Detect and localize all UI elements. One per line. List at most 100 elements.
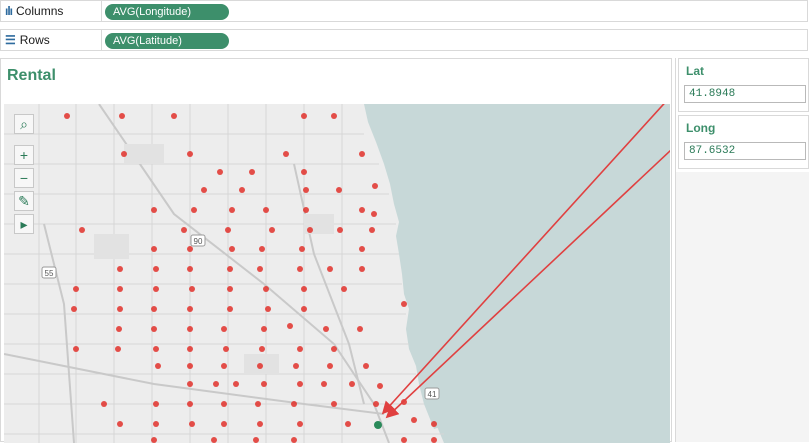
rental-point[interactable] — [327, 266, 333, 272]
rental-point[interactable] — [336, 187, 342, 193]
rental-point[interactable] — [223, 346, 229, 352]
rental-point[interactable] — [297, 346, 303, 352]
rental-point[interactable] — [221, 326, 227, 332]
rental-point[interactable] — [187, 151, 193, 157]
rental-point[interactable] — [187, 266, 193, 272]
rental-point[interactable] — [283, 151, 289, 157]
rental-point[interactable] — [259, 346, 265, 352]
map-view[interactable]: 90 55 41 ⌕ + − ✎ ▸ — [4, 104, 670, 443]
rental-point[interactable] — [297, 266, 303, 272]
rental-point[interactable] — [297, 381, 303, 387]
rental-point[interactable] — [259, 246, 265, 252]
rental-point[interactable] — [303, 207, 309, 213]
rental-point[interactable] — [401, 301, 407, 307]
rental-point[interactable] — [201, 187, 207, 193]
rental-point[interactable] — [257, 363, 263, 369]
rental-point[interactable] — [117, 266, 123, 272]
rental-point[interactable] — [119, 113, 125, 119]
rental-point[interactable] — [117, 306, 123, 312]
rental-point[interactable] — [71, 306, 77, 312]
rental-point[interactable] — [117, 286, 123, 292]
lat-input[interactable]: 41.8948 — [684, 85, 806, 103]
rental-point[interactable] — [301, 286, 307, 292]
rental-point[interactable] — [357, 326, 363, 332]
rental-point[interactable] — [239, 187, 245, 193]
map-canvas[interactable]: 90 55 41 — [4, 104, 670, 443]
rental-point[interactable] — [227, 306, 233, 312]
rental-point[interactable] — [321, 381, 327, 387]
rental-point[interactable] — [291, 401, 297, 407]
rental-point[interactable] — [255, 401, 261, 407]
rental-point[interactable] — [189, 286, 195, 292]
rental-point[interactable] — [331, 346, 337, 352]
rental-point[interactable] — [301, 113, 307, 119]
rental-point[interactable] — [349, 381, 355, 387]
rental-point[interactable] — [221, 401, 227, 407]
rental-point[interactable] — [121, 151, 127, 157]
zoom-out-button[interactable]: − — [14, 168, 34, 188]
rental-point[interactable] — [233, 381, 239, 387]
rental-point[interactable] — [153, 286, 159, 292]
rental-point[interactable] — [227, 266, 233, 272]
rental-point[interactable] — [181, 227, 187, 233]
rental-point[interactable] — [153, 421, 159, 427]
rental-point[interactable] — [331, 401, 337, 407]
rental-point[interactable] — [371, 211, 377, 217]
columns-pill[interactable]: AVG(Longitude) — [105, 4, 229, 20]
rental-point[interactable] — [261, 326, 267, 332]
rental-point[interactable] — [64, 113, 70, 119]
rental-point[interactable] — [359, 207, 365, 213]
rental-point[interactable] — [263, 207, 269, 213]
rental-point[interactable] — [187, 363, 193, 369]
rental-point[interactable] — [372, 183, 378, 189]
rental-point[interactable] — [79, 227, 85, 233]
rental-point[interactable] — [301, 169, 307, 175]
rental-point[interactable] — [229, 207, 235, 213]
rental-point[interactable] — [331, 113, 337, 119]
rental-point[interactable] — [153, 346, 159, 352]
rental-point[interactable] — [431, 437, 437, 443]
rental-point[interactable] — [189, 421, 195, 427]
rental-point[interactable] — [359, 246, 365, 252]
rental-point[interactable] — [116, 326, 122, 332]
rental-point[interactable] — [187, 381, 193, 387]
rental-point[interactable] — [411, 417, 417, 423]
rental-point[interactable] — [211, 437, 217, 443]
rental-point[interactable] — [301, 306, 307, 312]
rental-point[interactable] — [187, 346, 193, 352]
rental-point[interactable] — [225, 227, 231, 233]
rental-point[interactable] — [151, 246, 157, 252]
rental-point[interactable] — [213, 381, 219, 387]
rental-point[interactable] — [221, 421, 227, 427]
rental-point[interactable] — [299, 246, 305, 252]
rental-point[interactable] — [249, 169, 255, 175]
rental-point[interactable] — [101, 401, 107, 407]
rental-point[interactable] — [359, 151, 365, 157]
rental-point[interactable] — [269, 227, 275, 233]
rental-point[interactable] — [263, 286, 269, 292]
rental-point[interactable] — [153, 401, 159, 407]
rental-point[interactable] — [345, 421, 351, 427]
rental-point[interactable] — [227, 286, 233, 292]
selected-location-point[interactable] — [374, 421, 382, 429]
rental-point[interactable] — [73, 346, 79, 352]
rental-point[interactable] — [187, 246, 193, 252]
zoom-in-button[interactable]: + — [14, 145, 34, 165]
rental-point[interactable] — [151, 306, 157, 312]
rental-point[interactable] — [303, 187, 309, 193]
rental-point[interactable] — [151, 437, 157, 443]
search-icon[interactable]: ⌕ — [14, 114, 34, 134]
rental-point[interactable] — [261, 381, 267, 387]
rental-point[interactable] — [117, 421, 123, 427]
rental-point[interactable] — [257, 421, 263, 427]
rental-point[interactable] — [191, 207, 197, 213]
rental-point[interactable] — [297, 421, 303, 427]
rental-point[interactable] — [187, 326, 193, 332]
rental-point[interactable] — [257, 266, 263, 272]
rental-point[interactable] — [217, 169, 223, 175]
rental-point[interactable] — [373, 401, 379, 407]
rental-point[interactable] — [187, 306, 193, 312]
rows-pill[interactable]: AVG(Latitude) — [105, 33, 229, 49]
rental-point[interactable] — [307, 227, 313, 233]
rental-point[interactable] — [153, 266, 159, 272]
